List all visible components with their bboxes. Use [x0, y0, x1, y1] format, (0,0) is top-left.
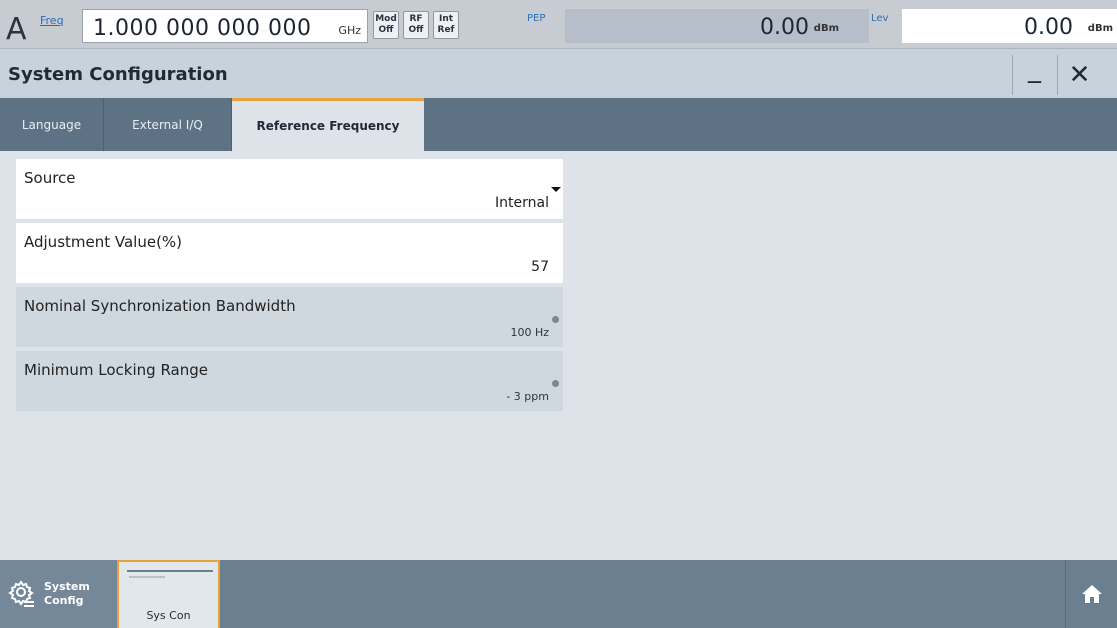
home-button[interactable] — [1065, 560, 1117, 628]
minimize-icon: _ — [1028, 54, 1041, 84]
status-bar: A Freq 1.000 000 000 000 GHz Mod Off RF … — [0, 0, 1117, 48]
pill-line: Ref — [437, 25, 455, 35]
level-field[interactable]: 0.00 dBm — [902, 9, 1117, 43]
tab-language[interactable]: Language — [0, 98, 104, 151]
dialog-title-bar: System Configuration _ ✕ — [0, 48, 1117, 98]
rf-off-toggle[interactable]: RF Off — [403, 11, 429, 39]
status-led-icon — [552, 380, 559, 387]
sys-con-thumbnail[interactable]: Sys Con — [117, 560, 220, 628]
locking-range-row: Minimum Locking Range - 3 ppm — [16, 351, 563, 411]
dropdown-arrow-icon — [551, 187, 561, 192]
tab-bar: Language External I/Q Reference Frequenc… — [0, 98, 1117, 151]
dialog-title: System Configuration — [8, 64, 228, 85]
channel-indicator: A — [6, 12, 27, 47]
frequency-value: 1.000 000 000 000 — [93, 16, 312, 41]
level-label: Lev — [871, 13, 889, 24]
adjustment-value-field[interactable]: Adjustment Value(%) 57 — [16, 223, 563, 283]
pep-label: PEP — [527, 13, 546, 24]
pep-display: 0.00 dBm — [565, 9, 869, 43]
mod-off-toggle[interactable]: Mod Off — [373, 11, 399, 39]
tab-external-iq[interactable]: External I/Q — [104, 98, 232, 151]
int-ref-toggle[interactable]: Int Ref — [433, 11, 459, 39]
thumbnail-preview — [127, 570, 213, 574]
source-value: Internal — [495, 195, 549, 211]
frequency-unit: GHz — [338, 24, 361, 37]
home-icon — [1081, 585, 1102, 603]
system-line: System — [44, 580, 90, 593]
settings-panel: Source Internal Adjustment Value(%) 57 N… — [0, 151, 1117, 560]
source-label: Source — [24, 169, 76, 187]
pill-line: Int — [438, 14, 454, 24]
gear-icon — [8, 580, 34, 607]
level-value: 0.00 — [1024, 15, 1073, 40]
locking-range-label: Minimum Locking Range — [24, 361, 208, 379]
adjustment-label: Adjustment Value(%) — [24, 233, 183, 251]
thumbnail-label: Sys Con — [146, 609, 191, 622]
sync-bandwidth-label: Nominal Synchronization Bandwidth — [24, 297, 296, 315]
pill-line: Mod — [375, 14, 397, 24]
config-line: Config — [44, 594, 84, 607]
close-icon: ✕ — [1068, 60, 1091, 90]
thumbnail-preview-line — [129, 576, 165, 578]
system-config-label: System Config — [44, 580, 90, 608]
sync-bandwidth-row: Nominal Synchronization Bandwidth 100 Hz — [16, 287, 563, 347]
tab-reference-frequency[interactable]: Reference Frequency — [232, 98, 424, 151]
adjustment-value: 57 — [531, 259, 549, 275]
frequency-field[interactable]: 1.000 000 000 000 GHz — [82, 9, 368, 43]
taskbar: System Config Sys Con — [0, 560, 1117, 628]
level-unit: dBm — [1087, 23, 1113, 34]
close-button[interactable]: ✕ — [1057, 55, 1101, 95]
pill-line: RF — [409, 14, 423, 24]
source-selector[interactable]: Source Internal — [16, 159, 563, 219]
locking-range-value: - 3 ppm — [506, 390, 549, 403]
pill-line: Off — [378, 25, 394, 35]
pep-value: 0.00 — [760, 15, 809, 40]
pep-unit: dBm — [813, 23, 839, 34]
status-led-icon — [552, 316, 559, 323]
minimize-button[interactable]: _ — [1012, 54, 1056, 95]
system-config-button[interactable]: System Config — [0, 560, 117, 628]
sync-bandwidth-value: 100 Hz — [510, 326, 549, 339]
freq-link[interactable]: Freq — [40, 14, 64, 27]
pill-line: Off — [408, 25, 424, 35]
